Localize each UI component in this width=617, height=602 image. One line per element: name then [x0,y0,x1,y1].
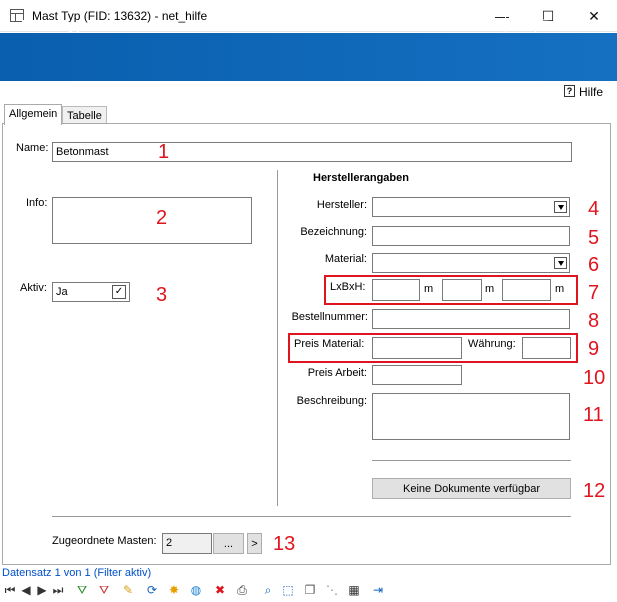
annotation-8: 8 [588,310,600,332]
net-logo: NET [505,14,536,33]
brand-name: Engineering [541,17,606,31]
annotation-10: 10 [583,367,606,389]
breite-unit: m [485,283,495,295]
hersteller-label: Hersteller: [316,199,367,211]
annotation-5: 5 [588,227,600,249]
last-record-icon[interactable]: ⏭ [50,582,66,598]
divider-documents [372,460,571,461]
annotation-6: 6 [588,254,600,276]
beschreibung-label: Beschreibung: [296,395,367,407]
waehrung-label: Währung: [468,338,516,350]
divider-bottom [52,516,571,517]
first-record-icon[interactable]: ⏮ [2,582,18,598]
new-star-icon[interactable]: ✸ [166,582,182,598]
banner-title: Mast Typ [21,17,85,34]
refresh-icon[interactable]: ⟳ [144,582,160,598]
masten-browse-button[interactable]: ... [213,533,244,554]
hersteller-section-title: Herstellerangaben [313,172,409,184]
help-icon[interactable]: ? [564,85,575,97]
globe-icon[interactable]: ◍ [188,582,204,598]
bezeichnung-label: Bezeichnung: [300,226,367,238]
bestellnummer-input[interactable] [372,309,570,329]
tab-allgemein[interactable]: Allgemein [4,104,63,125]
zugeordnete-masten-label: Zugeordnete Masten: [52,535,157,547]
info-label: Info: [26,197,48,209]
select-icon[interactable]: ⬚ [280,582,296,598]
bestellnummer-label: Bestellnummer: [291,311,368,323]
laenge-input[interactable] [372,279,420,301]
exit-icon[interactable]: ⇥ [370,582,386,598]
name-label: Name: [16,142,49,154]
annotation-7: 7 [588,282,600,304]
preis-material-label: Preis Material: [294,338,365,350]
aktiv-label: Aktiv: [20,282,47,294]
zoom-icon[interactable]: ⌕ [260,582,276,598]
beschreibung-textarea[interactable] [372,393,570,440]
annotation-1: 1 [158,141,170,163]
annotation-3: 3 [156,284,168,306]
chevron-down-icon[interactable] [554,257,567,269]
tab-tabelle[interactable]: Tabelle [62,106,107,124]
keine-dokumente-button[interactable]: Keine Dokumente verfügbar [372,478,571,499]
material-dropdown[interactable] [372,253,570,273]
bezeichnung-input[interactable] [372,226,570,246]
lxbxh-label: LxBxH: [330,281,366,293]
table-edit-icon[interactable]: ▦ [346,582,362,598]
filter-add-icon[interactable]: ⛛ [74,582,90,598]
filter-remove-icon[interactable]: ⛛ [96,582,112,598]
prev-record-icon[interactable]: ◀ [18,582,34,598]
aktiv-value: Ja [56,286,68,298]
annotation-4: 4 [588,198,600,220]
preis-arbeit-input[interactable] [372,365,462,385]
annotation-11: 11 [583,404,604,426]
copy-icon[interactable]: ❐ [302,582,318,598]
masten-open-button[interactable]: > [247,533,262,554]
breite-input[interactable] [442,279,482,301]
annotation-12: 12 [583,480,606,502]
hoehe-input[interactable] [502,279,551,301]
hersteller-dropdown[interactable] [372,197,570,217]
tree-icon[interactable]: ⋱ [324,582,340,598]
waehrung-input[interactable] [522,337,571,359]
chevron-down-icon[interactable] [554,201,567,213]
edit-pencil-icon[interactable]: ✎ [120,582,136,598]
preis-material-input[interactable] [372,337,462,359]
checkmark-icon[interactable]: ✓ [112,285,126,299]
annotation-9: 9 [588,338,600,360]
zugeordnete-masten-count: 2 [162,533,212,554]
preis-arbeit-label: Preis Arbeit: [307,367,367,379]
laenge-unit: m [424,283,434,295]
material-label: Material: [324,253,367,265]
aktiv-combo[interactable]: Ja ✓ [52,282,130,302]
annotation-2: 2 [156,207,168,229]
print-icon[interactable]: ⎙ [234,582,250,598]
record-status: Datensatz 1 von 1 (Filter aktiv) [2,567,152,579]
help-link[interactable]: Hilfe [579,85,603,99]
column-divider [277,170,278,506]
info-textarea[interactable] [52,197,252,244]
next-record-icon[interactable]: ▶ [34,582,50,598]
delete-icon[interactable]: ✖ [212,582,228,598]
name-input[interactable]: Betonmast [52,142,572,162]
hoehe-unit: m [555,283,565,295]
header-banner [0,33,617,81]
annotation-13: 13 [273,533,296,555]
